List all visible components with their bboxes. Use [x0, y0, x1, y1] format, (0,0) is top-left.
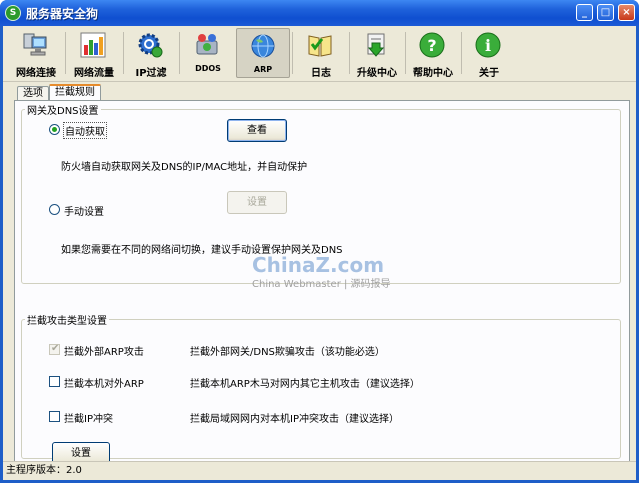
bar-chart-icon: [80, 32, 106, 58]
attack-type-group-title: 拦截攻击类型设置: [25, 312, 109, 327]
gateway-dns-group-title: 网关及DNS设置: [25, 102, 101, 117]
minimize-button[interactable]: _: [576, 4, 593, 21]
version-text: 主程序版本：2.0: [6, 465, 82, 476]
tool-label: 关于: [479, 68, 499, 79]
globe-icon: [251, 34, 275, 58]
download-update-icon: [367, 33, 385, 57]
manual-setting-radio[interactable]: [49, 204, 60, 215]
view-button[interactable]: 查看: [227, 119, 287, 142]
tool-label: 网络流量: [74, 68, 114, 79]
tab-intercept-rules[interactable]: 拦截规则: [49, 84, 101, 101]
close-button[interactable]: ×: [618, 4, 635, 21]
block-external-arp-label: 拦截外部ARP攻击: [64, 347, 144, 358]
tool-label: ARP: [253, 65, 273, 74]
block-local-outbound-arp-checkbox[interactable]: [49, 376, 60, 387]
tool-log[interactable]: 日志: [294, 28, 348, 79]
svg-text:?: ?: [427, 36, 436, 55]
tool-label: 帮助中心: [413, 68, 453, 79]
toolbar: 网络连接 网络流量 IP过滤 DDOS ARP 日志 升级中心 ? 帮助中心 i…: [3, 26, 636, 82]
block-ip-conflict-checkbox[interactable]: [49, 411, 60, 422]
tool-help-center[interactable]: ? 帮助中心: [406, 28, 460, 79]
help-question-icon: ?: [419, 32, 445, 58]
watermark-subtitle: China Webmaster | 源码报导: [252, 279, 391, 290]
tool-arp[interactable]: ARP: [236, 28, 290, 78]
block-local-outbound-arp-description: 拦截本机ARP木马对网内其它主机攻击（建议选择）: [190, 379, 420, 390]
app-shield-icon: S: [5, 5, 21, 21]
info-icon: i: [475, 32, 501, 58]
auto-obtain-label[interactable]: 自动获取: [63, 122, 107, 139]
main-window: S 服务器安全狗 _ □ × 网络连接 网络流量 IP过滤 DDOS ARP 日…: [0, 0, 639, 483]
tool-label: 日志: [311, 68, 331, 79]
network-computer-icon: [23, 33, 47, 56]
tool-ip-filter[interactable]: IP过滤: [124, 28, 178, 79]
maximize-button[interactable]: □: [597, 4, 614, 21]
block-ip-conflict-label[interactable]: 拦截IP冲突: [64, 410, 113, 425]
tab-panel-intercept-rules: 网关及DNS设置 自动获取 查看 防火墙自动获取网关及DNS的IP/MAC地址，…: [14, 100, 630, 466]
ddos-shield-icon: [196, 34, 218, 55]
window-title: 服务器安全狗: [26, 7, 99, 21]
gear-filter-icon: [138, 33, 163, 58]
tool-ddos[interactable]: DDOS: [181, 28, 235, 78]
chinaz-watermark: ChinaZ.com China Webmaster | 源码报导: [252, 253, 391, 290]
auto-obtain-radio[interactable]: [49, 124, 60, 135]
tool-label: DDOS: [195, 64, 221, 73]
block-external-arp-checkbox[interactable]: ✔: [49, 343, 60, 355]
tab-options[interactable]: 选项: [17, 86, 49, 100]
tool-network-connection[interactable]: 网络连接: [9, 28, 63, 79]
tool-network-traffic[interactable]: 网络流量: [67, 28, 121, 79]
svg-text:i: i: [485, 36, 491, 55]
block-ip-conflict-description: 拦截局域网网内对本机IP冲突攻击（建议选择）: [190, 414, 399, 425]
auto-obtain-description: 防火墙自动获取网关及DNS的IP/MAC地址，并自动保护: [61, 162, 308, 173]
tool-label: 网络连接: [16, 68, 56, 79]
block-external-arp-description: 拦截外部网关/DNS欺骗攻击（该功能必选）: [190, 347, 385, 358]
tool-upgrade-center[interactable]: 升级中心: [350, 28, 404, 79]
tool-about[interactable]: i 关于: [462, 28, 516, 79]
title-bar[interactable]: S 服务器安全狗 _ □ ×: [0, 0, 639, 26]
manual-setting-label[interactable]: 手动设置: [64, 203, 104, 218]
log-book-icon: [308, 35, 332, 57]
manual-set-button[interactable]: 设置: [227, 191, 287, 214]
tool-label: 升级中心: [357, 68, 397, 79]
watermark-logo-text: ChinaZ.com: [252, 253, 385, 277]
block-local-outbound-arp-label[interactable]: 拦截本机对外ARP: [64, 375, 144, 390]
client-area: 网络连接 网络流量 IP过滤 DDOS ARP 日志 升级中心 ? 帮助中心 i…: [3, 26, 636, 480]
tool-label: IP过滤: [135, 68, 167, 79]
status-bar: 主程序版本：2.0: [3, 461, 636, 480]
